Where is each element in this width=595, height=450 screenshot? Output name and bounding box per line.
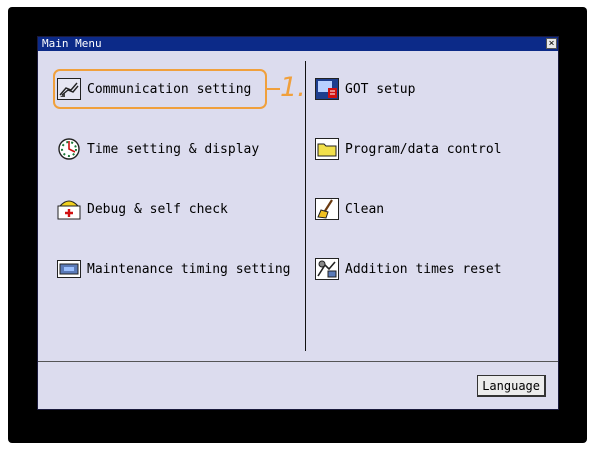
folder-icon: [315, 138, 339, 160]
language-button[interactable]: Language: [477, 375, 546, 397]
title-bar: Main Menu ×: [38, 37, 558, 51]
step-callout-line: [267, 88, 280, 90]
clock-icon: [58, 138, 80, 160]
close-button[interactable]: ×: [546, 38, 557, 49]
maintenance-icon: [57, 260, 81, 278]
menu-item-label: GOT setup: [345, 81, 416, 97]
got-setup-icon: [315, 78, 339, 100]
menu-item-label: Addition times reset: [345, 261, 502, 277]
menu-item-label: Maintenance timing setting: [87, 261, 291, 277]
menu-item-got-setup[interactable]: GOT setup: [315, 75, 415, 103]
menu-item-addition-times-reset[interactable]: Addition times reset: [315, 255, 502, 283]
menu-item-time-setting[interactable]: Time setting & display: [57, 135, 259, 163]
footer-separator: [38, 361, 558, 362]
menu-item-label: Debug & self check: [87, 201, 228, 217]
menu-item-program-data-control[interactable]: Program/data control: [315, 135, 502, 163]
step-number: 1.: [280, 72, 306, 103]
menu-item-label: Program/data control: [345, 141, 502, 157]
menu-item-debug-self-check[interactable]: Debug & self check: [57, 195, 228, 223]
reset-icon: [315, 258, 339, 280]
menu-item-label: Clean: [345, 201, 385, 217]
debug-check-icon: [57, 200, 81, 220]
menu-item-maintenance-timing[interactable]: Maintenance timing setting: [57, 255, 291, 283]
menu-item-label: Time setting & display: [87, 141, 260, 157]
window-title: Main Menu: [42, 37, 102, 50]
main-menu-window: Main Menu × Communication setting Time s…: [37, 36, 559, 410]
step-callout-box: [53, 69, 267, 109]
menu-item-clean[interactable]: Clean: [315, 195, 384, 223]
broom-icon: [315, 198, 339, 220]
